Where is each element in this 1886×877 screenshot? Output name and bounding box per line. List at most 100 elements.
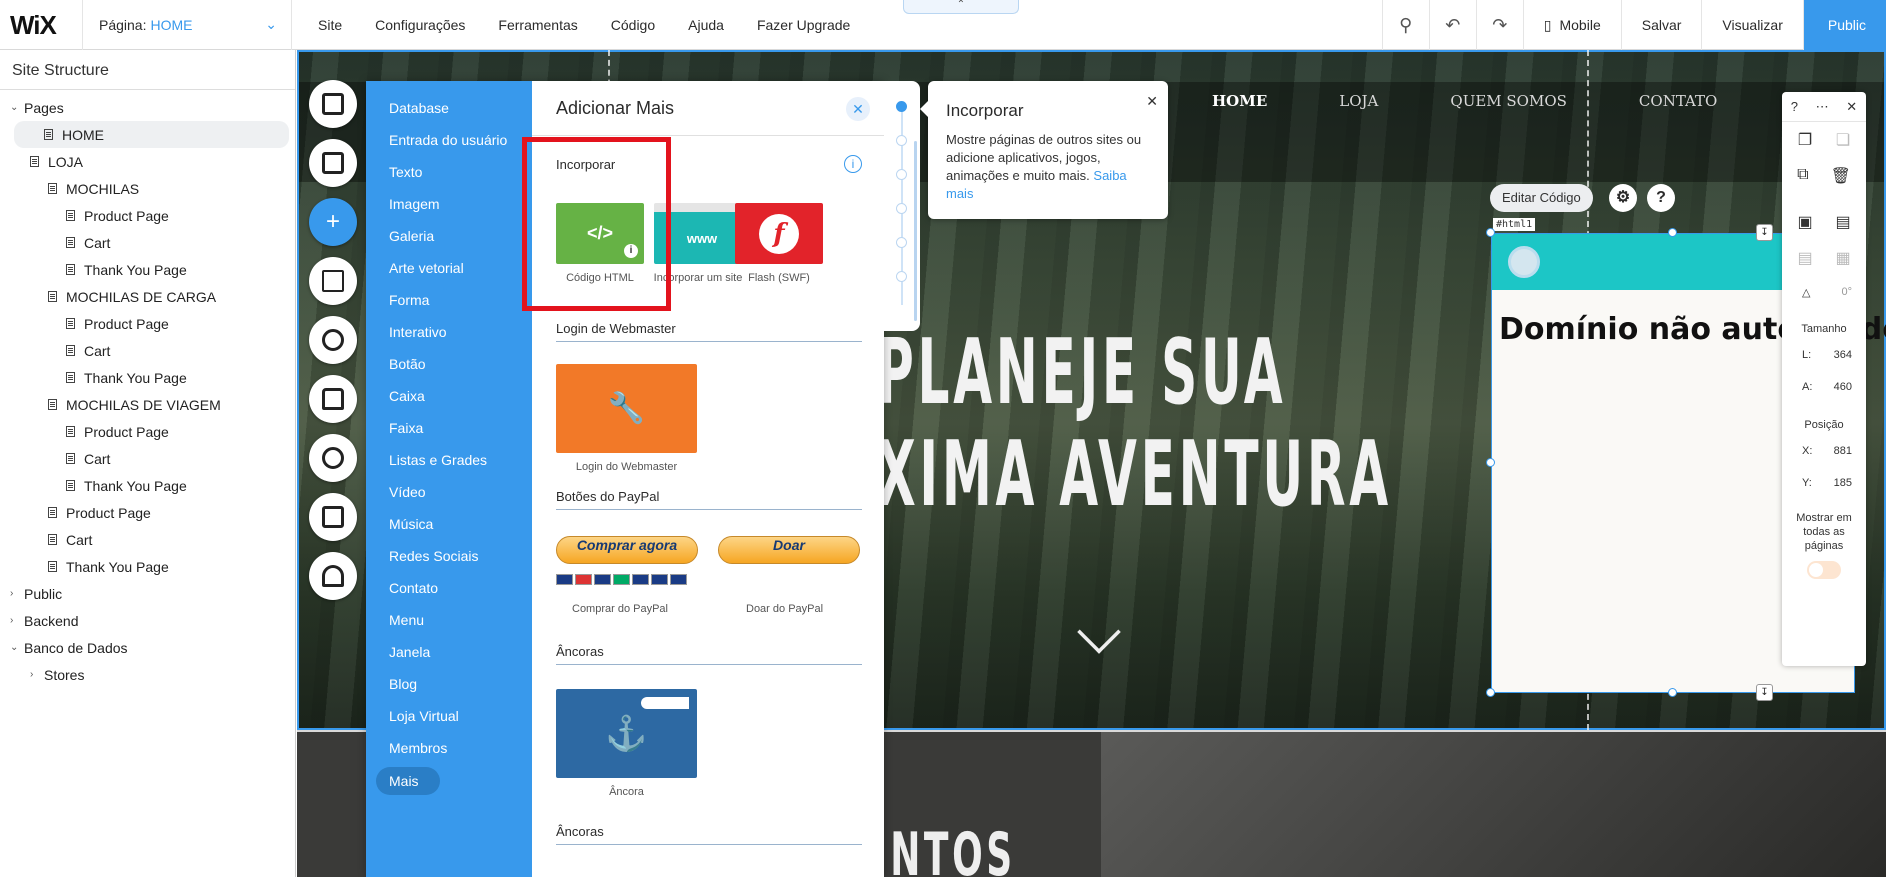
help-icon[interactable]: ? [1647,184,1675,212]
paypal-donate-button[interactable]: Doar [718,536,860,564]
download-icon[interactable]: ↧ [1756,684,1773,701]
resize-handle[interactable] [1486,228,1495,237]
width-value[interactable]: 364 [1834,349,1852,361]
site-nav-contato[interactable]: CONTATO [1639,92,1717,110]
scroll-dot[interactable] [896,237,907,248]
category-item[interactable]: Caixa [366,381,532,413]
y-value[interactable]: 185 [1834,477,1852,489]
scroll-dot[interactable] [896,101,907,112]
category-item[interactable]: Janela [366,637,532,669]
category-item[interactable]: Arte vetorial [366,253,532,285]
tree-item[interactable]: Cart [0,229,295,256]
duplicate-icon[interactable]: ⧉ [1797,166,1808,186]
publish-button[interactable]: Public [1802,0,1886,50]
site-nav-home[interactable]: HOME [1212,92,1267,110]
align-icon[interactable]: ▤ [1835,212,1850,232]
tree-item[interactable]: Product Page [0,310,295,337]
close-icon[interactable]: ✕ [846,97,870,121]
category-item[interactable]: Música [366,509,532,541]
tree-item[interactable]: Cart [0,445,295,472]
category-item[interactable]: Botão [366,349,532,381]
undo-icon[interactable]: ↶ [1428,0,1476,50]
tree-item[interactable]: MOCHILAS DE VIAGEM [0,391,295,418]
background-button[interactable] [309,139,357,187]
add-button[interactable]: + [309,198,357,246]
zoom-out-icon[interactable]: ⚲ [1381,0,1429,50]
scroll-dot[interactable] [896,135,907,146]
tree-item[interactable]: Cart [0,526,295,553]
chat-button[interactable] [309,434,357,482]
resize-handle[interactable] [1668,688,1677,697]
tree-item[interactable]: Product Page [0,499,295,526]
category-item[interactable]: Texto [366,157,532,189]
tree-database[interactable]: ⌄ Banco de Dados [0,634,295,661]
save-button[interactable]: Salvar [1620,0,1702,50]
scrollbar[interactable] [914,141,917,321]
tree-item[interactable]: Thank You Page [0,553,295,580]
help-icon[interactable]: ? [1791,99,1798,114]
close-icon[interactable]: ✕ [1846,99,1857,115]
category-item[interactable]: Imagem [366,189,532,221]
paste-icon[interactable]: ❏ [1836,130,1850,150]
mobile-button[interactable]: ▯ Mobile [1522,0,1621,50]
paypal-buy-button[interactable]: Comprar agora [556,536,698,564]
category-item[interactable]: Redes Sociais [366,541,532,573]
add-apps-button[interactable] [309,257,357,305]
tile-webmaster-login[interactable]: 🔧 Login do Webmaster [556,364,697,473]
bookings-button[interactable] [309,493,357,541]
site-nav-loja[interactable]: LOJA [1339,92,1378,110]
copy-icon[interactable]: ❐ [1798,130,1812,150]
tree-public[interactable]: › Public [0,580,295,607]
menu-codigo[interactable]: Código [611,17,655,33]
menu-fazer-upgrade[interactable]: Fazer Upgrade [757,17,850,33]
site-nav-quem-somos[interactable]: QUEM SOMOS [1450,92,1567,110]
arrange-icon[interactable]: ▣ [1797,212,1812,232]
scroll-dot[interactable] [896,271,907,282]
trash-icon[interactable]: 🗑 [1831,166,1851,186]
category-item[interactable]: Entrada do usuário [366,125,532,157]
tree-item-home[interactable]: HOME [14,121,289,148]
tree-pages[interactable]: ⌄ Pages [0,94,295,121]
resize-handle[interactable] [1486,458,1495,467]
wix-logo[interactable]: WiX [10,10,57,41]
resize-handle[interactable] [1486,688,1495,697]
pages-button[interactable] [309,80,357,128]
category-item[interactable]: Galeria [366,221,532,253]
height-value[interactable]: 460 [1834,381,1852,393]
menu-configuracoes[interactable]: Configurações [375,17,465,33]
match-size-icon[interactable]: ▦ [1835,248,1850,268]
resize-handle[interactable] [1668,228,1677,237]
info-icon[interactable]: i [844,155,862,173]
show-all-pages-toggle[interactable] [1807,561,1841,579]
page-selector[interactable]: Página: HOME ⌄ [82,0,292,50]
tree-item[interactable]: Cart [0,337,295,364]
menu-ajuda[interactable]: Ajuda [688,17,724,33]
category-item[interactable]: Faixa [366,413,532,445]
category-item[interactable]: Database [366,93,532,125]
tile-anchor[interactable]: ⚓ Âncora [556,689,697,798]
category-item[interactable]: Vídeo [366,477,532,509]
category-item[interactable]: Interativo [366,317,532,349]
blog-button[interactable] [309,552,357,600]
collapse-handle[interactable]: ⌃ [903,0,1019,14]
x-value[interactable]: 881 [1834,445,1852,457]
category-item[interactable]: Menu [366,605,532,637]
tree-item-loja[interactable]: LOJA [0,148,295,175]
category-item[interactable]: Loja Virtual [366,701,532,733]
redo-icon[interactable]: ↷ [1475,0,1523,50]
menu-site[interactable]: Site [318,17,342,33]
category-item-mais[interactable]: Mais [376,767,440,795]
store-button[interactable] [309,375,357,423]
rotation-value[interactable]: 0° [1841,286,1852,299]
upload-button[interactable] [309,316,357,364]
tree-item[interactable]: MOCHILAS DE CARGA [0,283,295,310]
tree-item[interactable]: Thank You Page [0,472,295,499]
tile-flash[interactable]: f Flash (SWF) [735,203,823,284]
scroll-dot[interactable] [896,169,907,180]
tree-item[interactable]: Product Page [0,418,295,445]
tree-item[interactable]: Thank You Page [0,364,295,391]
category-item[interactable]: Listas e Grades [366,445,532,477]
section-scroller[interactable] [884,81,920,331]
distribute-icon[interactable]: ▤ [1797,248,1812,268]
rotate-icon[interactable]: △ [1802,286,1810,299]
